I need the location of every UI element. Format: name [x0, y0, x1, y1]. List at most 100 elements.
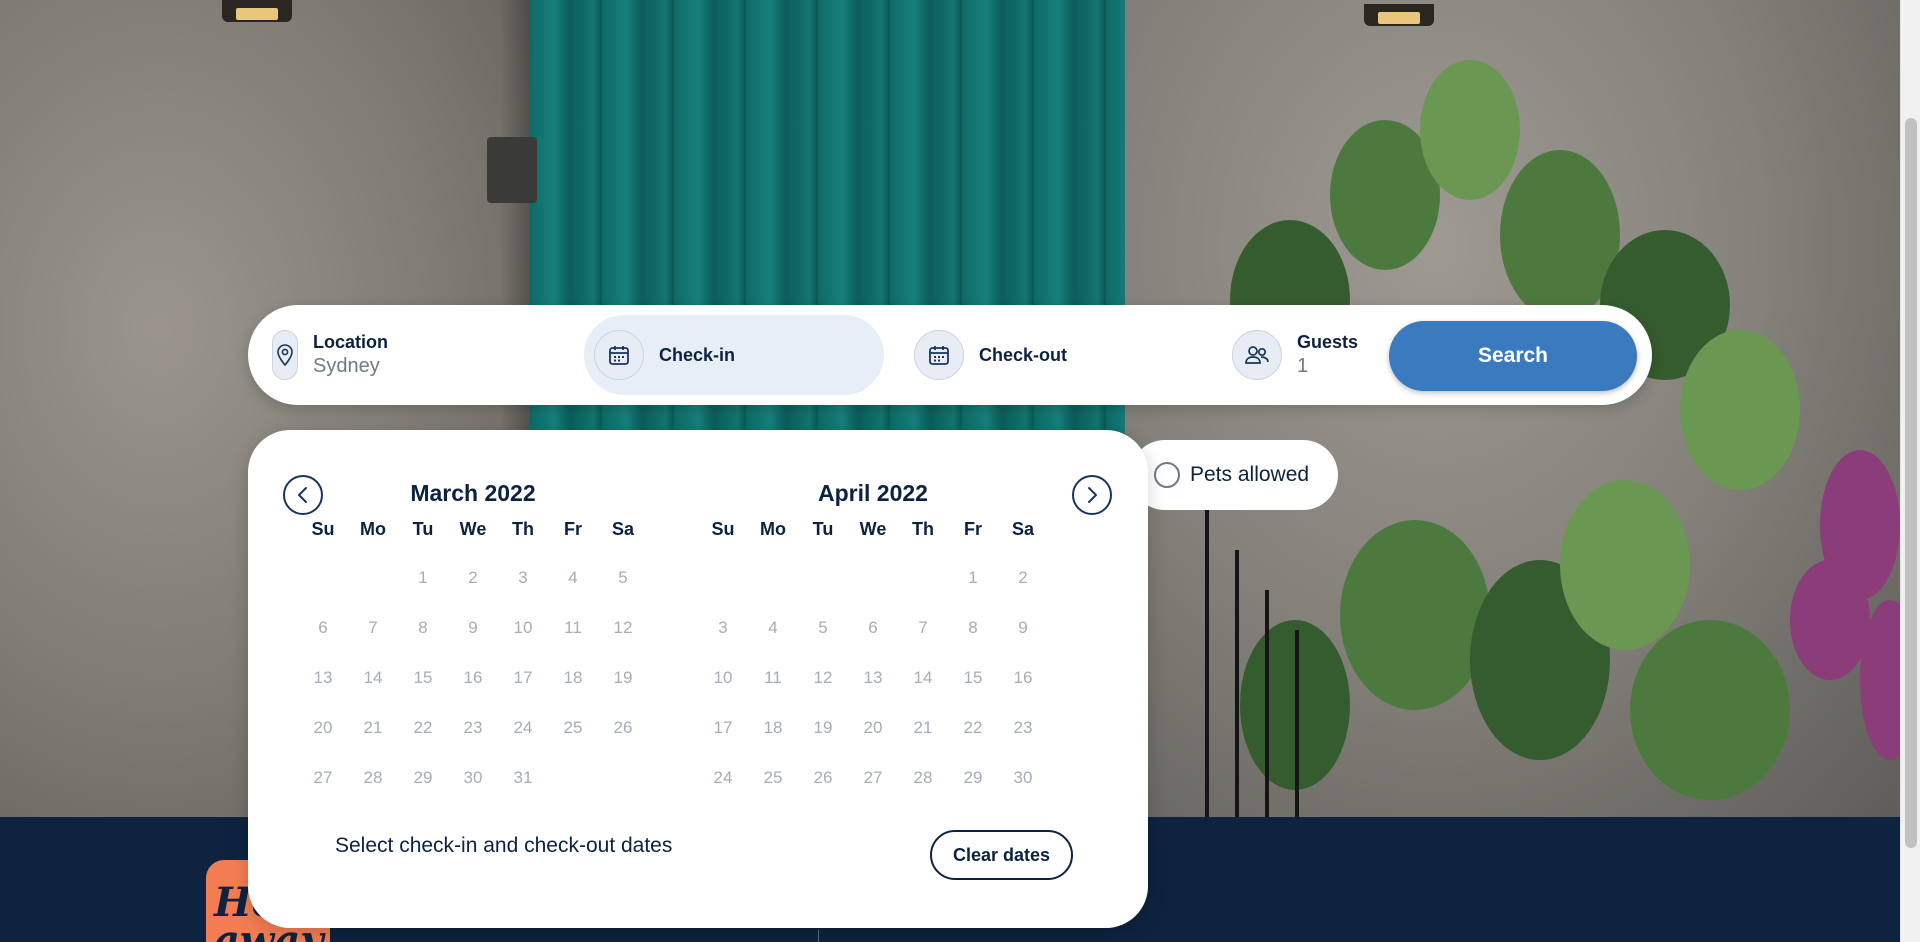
day-cell[interactable]: 21 — [348, 703, 398, 753]
date-selection-hint: Select check-in and check-out dates — [335, 834, 673, 857]
day-cell[interactable]: 2 — [448, 553, 498, 603]
day-cell[interactable]: 15 — [948, 653, 998, 703]
day-cell[interactable]: 22 — [948, 703, 998, 753]
day-cell[interactable]: 3 — [498, 553, 548, 603]
day-cell[interactable]: 20 — [298, 703, 348, 753]
day-cell[interactable]: 10 — [498, 603, 548, 653]
day-cell[interactable]: 13 — [848, 653, 898, 703]
day-cell[interactable]: 5 — [598, 553, 648, 603]
day-cell[interactable]: 22 — [398, 703, 448, 753]
day-cell[interactable]: 27 — [848, 753, 898, 803]
day-cell-empty — [798, 553, 848, 603]
day-cell[interactable]: 28 — [348, 753, 398, 803]
day-cell[interactable]: 29 — [948, 753, 998, 803]
clear-dates-button[interactable]: Clear dates — [930, 830, 1073, 880]
day-cell[interactable]: 17 — [498, 653, 548, 703]
footer-divider — [818, 930, 819, 942]
search-bar: Location Sydney Check-in Check-out Guest… — [248, 305, 1652, 405]
day-cell[interactable]: 24 — [698, 753, 748, 803]
day-cell[interactable]: 25 — [748, 753, 798, 803]
day-cell-empty — [848, 553, 898, 603]
chevron-right-icon — [1088, 487, 1097, 503]
day-cell[interactable]: 19 — [598, 653, 648, 703]
day-grid: 1 2 3 4 5 6 7 8 9 10 11 12 13 14 15 16 17 18 19 20 21 22 23 24 2… — [298, 553, 648, 803]
weekday-header: Su Mo Tu We Th Fr Sa — [298, 518, 648, 540]
day-cell[interactable]: 18 — [748, 703, 798, 753]
day-cell[interactable]: 12 — [798, 653, 848, 703]
day-cell[interactable]: 8 — [398, 603, 448, 653]
day-cell[interactable]: 23 — [448, 703, 498, 753]
guests-field[interactable]: Guests 1 — [1232, 315, 1382, 395]
day-cell[interactable]: 29 — [398, 753, 448, 803]
day-cell[interactable]: 23 — [998, 703, 1048, 753]
day-cell[interactable]: 25 — [548, 703, 598, 753]
day-cell[interactable]: 17 — [698, 703, 748, 753]
weekday-label: Sa — [1011, 519, 1035, 539]
location-value[interactable]: Sydney — [313, 353, 388, 379]
weekday-label: Su — [311, 519, 335, 539]
day-cell[interactable]: 19 — [798, 703, 848, 753]
pets-allowed-toggle[interactable]: Pets allowed — [1130, 440, 1338, 510]
map-pin-icon — [272, 330, 298, 380]
day-cell[interactable]: 4 — [548, 553, 598, 603]
weekday-label: Fr — [964, 519, 982, 539]
guests-value[interactable]: 1 — [1297, 353, 1358, 379]
weekday-label: Tu — [812, 519, 834, 539]
day-cell[interactable]: 26 — [798, 753, 848, 803]
day-cell[interactable]: 15 — [398, 653, 448, 703]
hero-cactus-pad — [1630, 620, 1790, 800]
day-cell[interactable]: 12 — [598, 603, 648, 653]
day-cell[interactable]: 10 — [698, 653, 748, 703]
day-cell[interactable]: 3 — [698, 603, 748, 653]
day-cell[interactable]: 11 — [748, 653, 798, 703]
checkin-label: Check-in — [659, 345, 736, 365]
next-month-button[interactable] — [1072, 475, 1112, 515]
day-cell[interactable]: 31 — [498, 753, 548, 803]
day-cell[interactable]: 28 — [898, 753, 948, 803]
day-cell[interactable]: 7 — [348, 603, 398, 653]
guests-label: Guests — [1297, 332, 1359, 352]
day-cell[interactable]: 1 — [398, 553, 448, 603]
weekday-label: Tu — [412, 519, 434, 539]
day-cell[interactable]: 16 — [448, 653, 498, 703]
day-cell[interactable]: 14 — [898, 653, 948, 703]
page-scrollbar[interactable] — [1900, 0, 1920, 942]
weekday-label: Th — [912, 519, 934, 539]
day-cell[interactable]: 11 — [548, 603, 598, 653]
day-cell[interactable]: 6 — [298, 603, 348, 653]
day-cell[interactable]: 5 — [798, 603, 848, 653]
day-cell[interactable]: 9 — [448, 603, 498, 653]
checkout-field[interactable]: Check-out — [910, 315, 1190, 395]
pets-allowed-radio[interactable] — [1154, 462, 1180, 488]
weekday-label: Su — [711, 519, 735, 539]
day-cell[interactable]: 16 — [998, 653, 1048, 703]
search-button[interactable]: Search — [1389, 321, 1637, 391]
hero-cactus-pad — [1560, 480, 1690, 650]
day-cell[interactable]: 14 — [348, 653, 398, 703]
checkin-field[interactable]: Check-in — [584, 315, 884, 395]
day-cell[interactable]: 24 — [498, 703, 548, 753]
scrollbar-thumb[interactable] — [1905, 118, 1917, 848]
weekday-label: Mo — [360, 519, 386, 539]
day-cell[interactable]: 7 — [898, 603, 948, 653]
day-cell-empty — [748, 553, 798, 603]
day-cell[interactable]: 26 — [598, 703, 648, 753]
day-cell[interactable]: 20 — [848, 703, 898, 753]
day-cell[interactable]: 1 — [948, 553, 998, 603]
month-march: March 2022 Su Mo Tu We Th Fr Sa 12345678… — [298, 478, 648, 803]
day-cell[interactable]: 9 — [998, 603, 1048, 653]
day-cell[interactable]: 18 — [548, 653, 598, 703]
day-cell[interactable]: 8 — [948, 603, 998, 653]
day-cell[interactable]: 4 — [748, 603, 798, 653]
day-cell[interactable]: 13 — [298, 653, 348, 703]
day-cell[interactable]: 6 — [848, 603, 898, 653]
day-cell[interactable]: 30 — [998, 753, 1048, 803]
weekday-label: Th — [512, 519, 534, 539]
day-cell[interactable]: 21 — [898, 703, 948, 753]
day-cell[interactable]: 30 — [448, 753, 498, 803]
location-field[interactable]: Location Sydney — [272, 315, 552, 395]
day-cell[interactable]: 27 — [298, 753, 348, 803]
hero-wall-lamp — [1364, 4, 1434, 26]
calendar-icon — [594, 330, 644, 380]
day-cell[interactable]: 2 — [998, 553, 1048, 603]
